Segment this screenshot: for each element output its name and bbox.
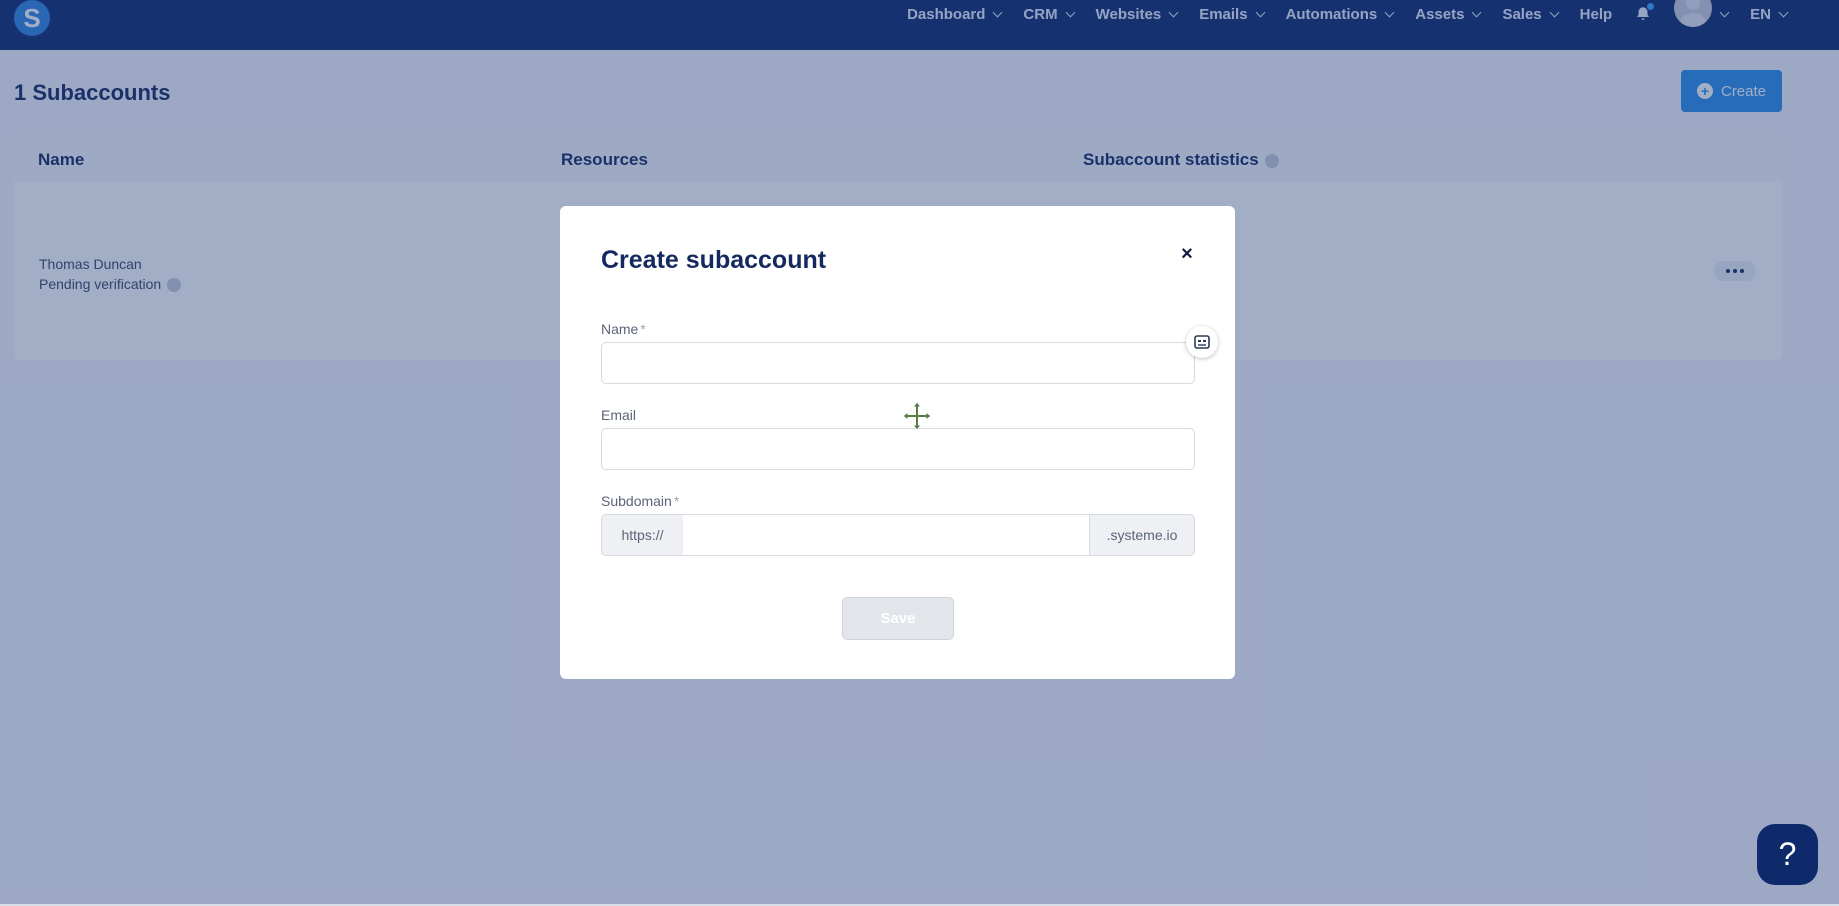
save-button[interactable]: Save: [842, 597, 954, 640]
name-label-text: Name: [601, 321, 639, 337]
move-cursor-icon: [902, 401, 932, 431]
create-subaccount-modal: Create subaccount × Name * Email Subdomai…: [560, 206, 1235, 679]
email-field-label: Email: [601, 407, 637, 423]
subdomain-prefix: https://: [601, 514, 684, 556]
subdomain-label-text: Subdomain: [601, 493, 672, 509]
required-mark: *: [673, 493, 680, 509]
required-mark: *: [640, 321, 646, 337]
subdomain-suffix: .systeme.io: [1089, 514, 1195, 556]
modal-title: Create subaccount: [601, 246, 827, 274]
autofill-icon[interactable]: [1186, 326, 1218, 358]
help-chat-button[interactable]: ?: [1757, 824, 1818, 885]
name-input[interactable]: [601, 342, 1195, 384]
subdomain-input[interactable]: [683, 514, 1090, 556]
name-field-label: Name *: [601, 321, 646, 337]
email-input[interactable]: [601, 428, 1195, 470]
close-icon[interactable]: ×: [1177, 243, 1197, 265]
subdomain-field-label: Subdomain *: [601, 493, 679, 509]
